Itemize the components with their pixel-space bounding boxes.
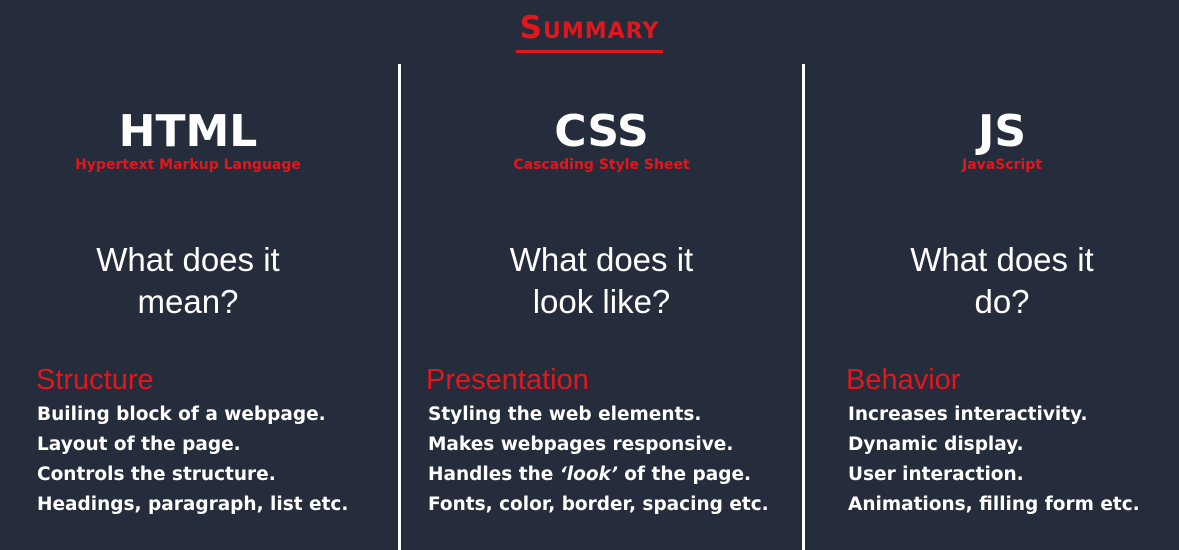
question-line: mean? <box>137 283 239 320</box>
question-line: What does it <box>910 241 1094 278</box>
list-item: Dynamic display. <box>848 434 1024 455</box>
list-item: Headings, paragraph, list etc. <box>37 494 349 515</box>
question-line: What does it <box>96 241 280 278</box>
list-item-emphasis: ‘look’ <box>559 464 618 485</box>
question: What does it do? <box>825 239 1179 323</box>
column-js: JS JavaScript What does it do? Behavior … <box>805 0 1179 550</box>
list-item: Makes webpages responsive. <box>428 434 734 455</box>
list-item-text: of the page. <box>617 464 752 485</box>
question-line: What does it <box>509 241 694 278</box>
question-line: look like? <box>532 283 671 320</box>
question: What does it mean? <box>0 239 398 323</box>
column-html: HTML Hypertext Markup Language What does… <box>0 0 398 550</box>
category-label: Behavior <box>846 364 961 396</box>
points-list: Builing block of a webpage. Layout of th… <box>37 400 348 520</box>
list-item: Animations, filling form etc. <box>848 494 1140 515</box>
list-item: Fonts, color, border, spacing etc. <box>428 494 769 515</box>
column-css: CSS Cascading Style Sheet What does it l… <box>401 0 802 550</box>
list-item-text: Handles the <box>428 464 560 485</box>
language-name: JS <box>977 106 1027 157</box>
language-name: CSS <box>554 106 649 157</box>
language-name: HTML <box>118 106 258 157</box>
list-item: Builing block of a webpage. <box>37 404 326 425</box>
question-line: do? <box>974 283 1030 320</box>
list-item: Controls the structure. <box>37 464 276 485</box>
category-label: Structure <box>36 364 154 396</box>
list-item: Styling the web elements. <box>428 404 702 425</box>
language-full-name: Hypertext Markup Language <box>75 157 301 173</box>
question: What does it look like? <box>401 239 802 323</box>
points-list: Styling the web elements. Makes webpages… <box>428 400 769 520</box>
list-item: User interaction. <box>848 464 1024 485</box>
language-full-name: JavaScript <box>961 157 1043 173</box>
points-list: Increases interactivity. Dynamic display… <box>848 400 1140 520</box>
list-item: Layout of the page. <box>37 434 241 455</box>
list-item: Increases interactivity. <box>848 404 1088 425</box>
language-full-name: Cascading Style Sheet <box>513 157 690 173</box>
list-item: Handles the ‘look’ of the page. <box>428 460 769 490</box>
category-label: Presentation <box>426 364 589 396</box>
